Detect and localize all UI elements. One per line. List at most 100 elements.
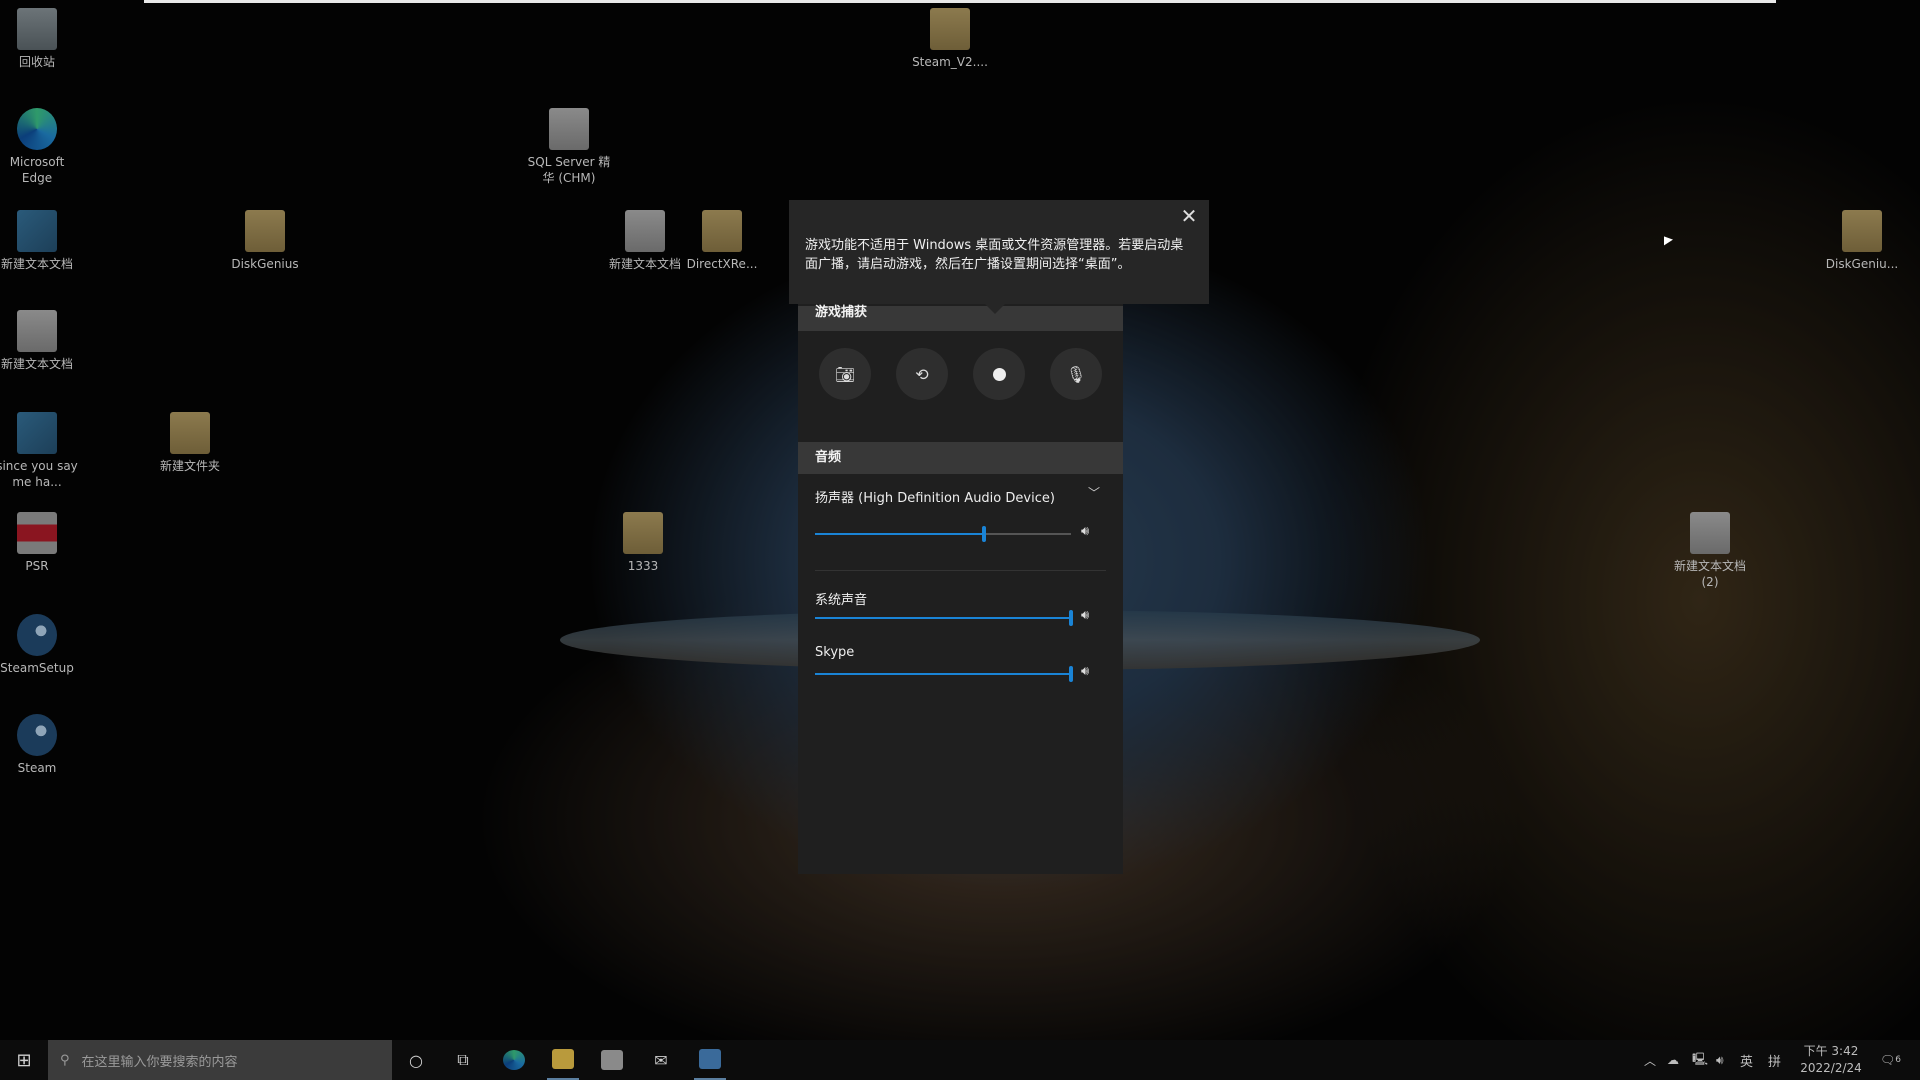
divider xyxy=(815,570,1106,571)
notification-icon: 🗨︎ xyxy=(1880,1053,1896,1067)
desktop-icon-label: PSR xyxy=(25,559,49,573)
doc-icon xyxy=(625,210,665,252)
app-label-system: 系统声音 xyxy=(815,593,868,608)
doc-icon xyxy=(549,108,589,150)
record-last-icon: ⟲ xyxy=(915,364,929,384)
desktop-icon[interactable]: DiskGenius xyxy=(223,210,307,272)
desktop-icon[interactable]: 新建文本文档 xyxy=(603,210,687,272)
desktop-icon-label: 新建文本文档 xyxy=(0,357,73,371)
cortana-button[interactable]: ○ xyxy=(400,1040,432,1080)
speaker-icon[interactable]: 🔊︎ xyxy=(1081,664,1089,679)
folder-icon xyxy=(930,8,970,50)
folder-icon xyxy=(702,210,742,252)
ime-language[interactable]: 英 xyxy=(1740,1040,1753,1080)
gamebar-tooltip: ✕ 游戏功能不适用于 Windows 桌面或文件资源管理器。若要启动桌面广播，请… xyxy=(789,200,1209,314)
desktop-icon[interactable]: Steam_V2.... xyxy=(908,8,992,70)
screenshot-button[interactable]: 📷︎ xyxy=(819,348,871,400)
task-view-button[interactable]: ⧉ xyxy=(447,1040,479,1080)
slider-thumb[interactable] xyxy=(981,526,986,542)
chevron-down-icon[interactable]: ﹀ xyxy=(1088,484,1100,501)
doc-icon xyxy=(1690,512,1730,554)
taskbar-edge[interactable] xyxy=(498,1040,530,1080)
notification-center[interactable]: 🗨︎ 6 xyxy=(1880,1040,1901,1080)
audio-device-select[interactable]: 扬声器 (High Definition Audio Device) xyxy=(815,487,1055,506)
skype-volume-slider[interactable] xyxy=(815,666,1073,682)
onedrive-icon[interactable]: ☁ xyxy=(1667,1040,1679,1080)
desktop-icon[interactable]: SQL Server 精华 (CHM) xyxy=(527,108,611,186)
show-hidden-icons[interactable]: ︿ xyxy=(1644,1040,1656,1080)
desktop-icon-label: DiskGenius xyxy=(231,257,299,271)
taskbar-store[interactable] xyxy=(596,1040,628,1080)
tooltip-text: 游戏功能不适用于 Windows 桌面或文件资源管理器。若要启动桌面广播，请启动… xyxy=(805,238,1184,272)
notification-count: 6 xyxy=(1895,1055,1901,1065)
slider-thumb[interactable] xyxy=(1069,666,1073,682)
mic-toggle-button[interactable]: 🎙︎ xyxy=(1050,348,1102,400)
volume-icon[interactable]: 🔊︎ xyxy=(1716,1040,1724,1080)
desktop-icon[interactable]: 新建文本文档 (2) xyxy=(1668,512,1752,590)
desktop-icon-label: SteamSetup xyxy=(0,661,74,675)
taskbar-mail[interactable]: ✉ xyxy=(645,1040,677,1080)
search-box[interactable]: ⚲ 在这里输入你要搜索的内容 xyxy=(48,1040,392,1080)
slider-thumb[interactable] xyxy=(1069,610,1073,626)
start-button[interactable]: ⊞ xyxy=(0,1040,48,1080)
reg-icon xyxy=(17,210,57,252)
desktop-icon-label: 1333 xyxy=(627,559,659,573)
desktop-icon-label: Microsoft Edge xyxy=(9,155,65,185)
desktop-icon-label: 回收站 xyxy=(18,55,55,69)
desktop-icon[interactable]: SteamSetup xyxy=(0,614,79,676)
system-volume-slider[interactable] xyxy=(815,610,1073,626)
folder-icon xyxy=(1842,210,1882,252)
desktop-icon[interactable]: 新建文本文档 xyxy=(0,310,79,372)
date: 2022/2/24 xyxy=(1800,1061,1862,1075)
desktop-icon-label: 新建文本文档 xyxy=(608,257,681,271)
desktop-icon[interactable]: Microsoft Edge xyxy=(0,108,79,186)
folder-icon xyxy=(552,1049,574,1069)
desktop-icon[interactable]: DiskGeniu... xyxy=(1820,210,1904,272)
desktop-icon-label: 新建文本文档 (2) xyxy=(1673,559,1746,589)
folder-icon xyxy=(623,512,663,554)
circle-icon: ○ xyxy=(409,1050,423,1070)
capture-header: 游戏捕获 xyxy=(798,306,1123,331)
desktop-icon-label: Steam_V2.... xyxy=(912,55,988,69)
desktop-icon-label: since you say me ha... xyxy=(0,459,78,489)
desktop-icon[interactable]: DirectXRe... xyxy=(680,210,764,272)
folder-icon xyxy=(245,210,285,252)
desktop-icon[interactable]: PSR xyxy=(0,512,79,574)
desktop-icon[interactable]: since you say me ha... xyxy=(0,412,79,490)
search-icon: ⚲ xyxy=(60,1052,70,1068)
search-placeholder: 在这里输入你要搜索的内容 xyxy=(81,1054,238,1070)
taskbar: ⊞ ⚲ 在这里输入你要搜索的内容 ○ ⧉ ✉ ︿ ☁ 🖳︎ 🔊︎ 英 拼 下午 3… xyxy=(0,1040,1920,1080)
desktop-icon[interactable]: 回收站 xyxy=(0,8,79,70)
taskbar-file-explorer[interactable] xyxy=(547,1040,579,1080)
mic-off-icon: 🎙︎ xyxy=(1065,364,1087,384)
desktop-icon[interactable]: 新建文件夹 xyxy=(148,412,232,474)
master-volume-slider[interactable] xyxy=(815,526,1071,542)
audio-header: 音频 xyxy=(798,442,1123,474)
desktop-icon[interactable]: Steam xyxy=(0,714,79,776)
record-button[interactable] xyxy=(973,348,1025,400)
time: 下午 3:42 xyxy=(1803,1044,1859,1058)
desktop-icon[interactable]: 1333 xyxy=(601,512,685,574)
speaker-icon[interactable]: 🔊︎ xyxy=(1081,608,1089,623)
desktop-icon-label: Steam xyxy=(17,761,57,775)
doc-icon xyxy=(17,310,57,352)
steam-icon xyxy=(17,614,57,656)
taskbar-app[interactable] xyxy=(694,1040,726,1080)
app-window-icon xyxy=(699,1049,721,1069)
close-icon[interactable]: ✕ xyxy=(1177,204,1201,228)
edge-icon xyxy=(17,108,57,150)
windows-icon: ⊞ xyxy=(16,1049,32,1071)
network-icon[interactable]: 🖳︎ xyxy=(1692,1040,1708,1080)
record-last-button[interactable]: ⟲ xyxy=(896,348,948,400)
record-icon xyxy=(992,367,1006,381)
pdf-icon xyxy=(17,512,57,554)
clock[interactable]: 下午 3:42 2022/2/24 xyxy=(1800,1040,1862,1080)
desktop-icon-label: DirectXRe... xyxy=(686,257,758,271)
top-edge-line xyxy=(144,0,1776,3)
ime-mode[interactable]: 拼 xyxy=(1768,1040,1781,1080)
speaker-icon[interactable]: 🔊︎ xyxy=(1081,524,1089,539)
gamebar-widget: 游戏捕获 📷︎ ⟲ 🎙︎ 音频 扬声器 (High Definition Aud… xyxy=(798,300,1123,874)
desktop-icon[interactable]: 新建文本文档 xyxy=(0,210,79,272)
reg-icon xyxy=(17,412,57,454)
app-label-skype: Skype xyxy=(815,645,855,660)
